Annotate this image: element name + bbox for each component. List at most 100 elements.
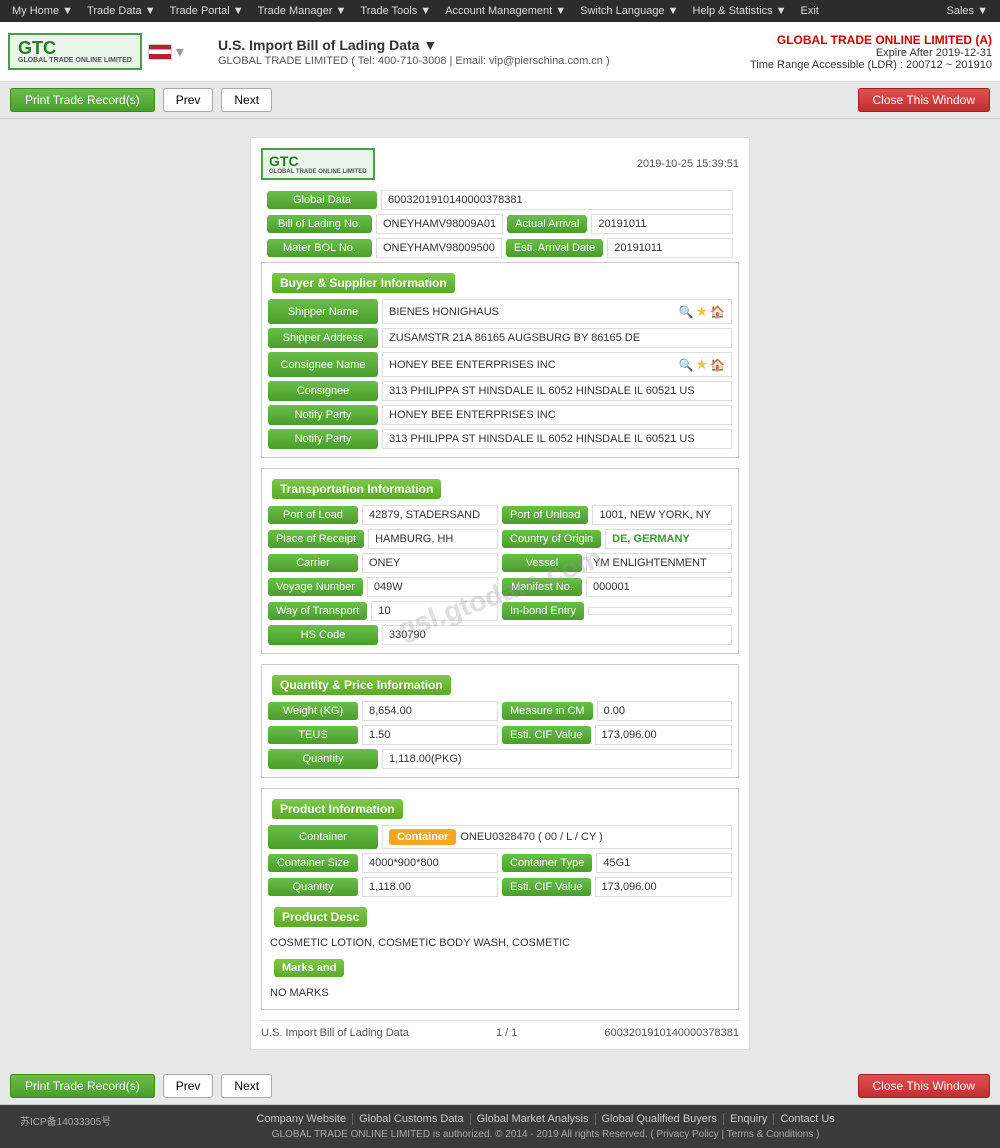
footer-link-buyers[interactable]: Global Qualified Buyers — [595, 1113, 724, 1125]
port-load-unload-row: Port of Load 42879, STADERSAND Port of U… — [262, 505, 738, 525]
consignee-label: Consignee — [268, 381, 378, 401]
expire-date: Expire After 2019-12-31 — [750, 47, 992, 59]
manifest-label: Manifest No. — [502, 578, 582, 596]
container-size-label: Container Size — [268, 854, 358, 872]
master-bol-col: Mater BOL No. ONEYHAMV98009500 — [267, 238, 502, 258]
content-logo: GTCGLOBAL TRADE ONLINE LIMITED — [261, 148, 375, 180]
nav-help-statistics[interactable]: Help & Statistics ▼ — [687, 3, 793, 19]
content-logo-box: GTCGLOBAL TRADE ONLINE LIMITED — [261, 148, 375, 180]
voyage-value: 049W — [367, 577, 498, 597]
quantity-value: 1,118.00(PKG) — [382, 749, 732, 769]
bol-col: Bill of Lading No. ONEYHAMV98009A01 — [267, 214, 503, 234]
teus-cif-row: TEUS 1.50 Esti. CIF Value 173,096.00 — [262, 725, 738, 745]
carrier-label: Carrier — [268, 554, 358, 572]
vessel-label: Vessel — [502, 554, 582, 572]
nav-sales[interactable]: Sales ▼ — [941, 3, 994, 19]
actual-arrival-col: Actual Arrival 20191011 — [507, 214, 733, 234]
footer-link-contact[interactable]: Contact Us — [773, 1113, 840, 1125]
shipper-address-row: Shipper Address ZUSAMSTR 21A 86165 AUGSB… — [262, 328, 738, 348]
footer-link-customs[interactable]: Global Customs Data — [352, 1113, 470, 1125]
container-size-value: 4000*900*800 — [362, 853, 498, 873]
notify-party-row: Notify Party HONEY BEE ENTERPRISES INC — [262, 405, 738, 425]
voyage-manifest-row: Voyage Number 049W Manifest No. 000001 — [262, 577, 738, 597]
footer-link-company[interactable]: Company Website — [250, 1113, 352, 1125]
next-button-top[interactable]: Next — [221, 88, 272, 112]
quantity-label: Quantity — [268, 749, 378, 769]
marks-content: NO MARKS — [262, 983, 738, 1003]
actual-arrival-value: 20191011 — [591, 214, 733, 234]
prod-qty-value: 1,118.00 — [362, 877, 498, 897]
nav-trade-portal[interactable]: Trade Portal ▼ — [164, 3, 250, 19]
nav-account-management[interactable]: Account Management ▼ — [439, 3, 572, 19]
next-button-bottom[interactable]: Next — [221, 1074, 272, 1098]
port-load-value: 42879, STADERSAND — [362, 505, 498, 525]
measure-value: 0.00 — [597, 701, 732, 721]
nav-switch-language[interactable]: Switch Language ▼ — [574, 3, 684, 19]
shipper-name-label: Shipper Name — [268, 299, 378, 324]
shipper-address-value: ZUSAMSTR 21A 86165 AUGSBURG BY 86165 DE — [382, 328, 732, 348]
print-button-top[interactable]: Print Trade Record(s) — [10, 88, 155, 112]
toolbar-top: Print Trade Record(s) Prev Next Close Th… — [0, 82, 1000, 119]
shipper-name-value: BIENES HONIGHAUS 🔍 ★ 🏠 — [382, 299, 732, 324]
hs-code-label: HS Code — [268, 625, 378, 645]
nav-exit[interactable]: Exit — [795, 3, 825, 19]
in-bond-label: In-bond Entry — [502, 602, 584, 620]
esti-arrival-col: Esti. Arrival Date 20191011 — [506, 238, 733, 258]
master-bol-row: Mater BOL No. ONEYHAMV98009500 Esti. Arr… — [261, 238, 739, 258]
consignee-home-icon[interactable]: 🏠 — [710, 358, 725, 372]
place-receipt-label: Place of Receipt — [268, 530, 364, 548]
header-right-info: GLOBAL TRADE ONLINE LIMITED (A) Expire A… — [750, 33, 992, 71]
shipper-address-label: Shipper Address — [268, 328, 378, 348]
container-type-label: Container Type — [502, 854, 592, 872]
footer-link-enquiry[interactable]: Enquiry — [723, 1113, 773, 1125]
prod-cif-label: Esti. CIF Value — [502, 878, 591, 896]
consignee-star-icon[interactable]: ★ — [695, 356, 708, 373]
content-footer: U.S. Import Bill of Lading Data 1 / 1 60… — [261, 1020, 739, 1039]
weight-measure-row: Weight (KG) 8,654.00 Measure in CM 0.00 — [262, 701, 738, 721]
close-button-bottom[interactable]: Close This Window — [858, 1074, 990, 1098]
buyer-supplier-title: Buyer & Supplier Information — [272, 273, 455, 293]
shipper-home-icon[interactable]: 🏠 — [710, 305, 725, 319]
place-receipt-value: HAMBURG, HH — [368, 529, 498, 549]
flag-separator: ▾ — [176, 42, 184, 62]
master-bol-value: ONEYHAMV98009500 — [376, 238, 502, 258]
shipper-search-icon[interactable]: 🔍 — [679, 305, 694, 319]
content-timestamp: 2019-10-25 15:39:51 — [637, 158, 739, 170]
nav-my-home[interactable]: My Home ▼ — [6, 3, 79, 19]
top-navigation: My Home ▼ Trade Data ▼ Trade Portal ▼ Tr… — [0, 0, 1000, 22]
logo-area: GTCGLOBAL TRADE ONLINE LIMITED ▾ — [8, 33, 208, 70]
header-sub: GLOBAL TRADE LIMITED ( Tel: 400-710-3008… — [218, 55, 750, 67]
nav-trade-tools[interactable]: Trade Tools ▼ — [354, 3, 437, 19]
consignee-search-icon[interactable]: 🔍 — [679, 358, 694, 372]
nav-trade-data[interactable]: Trade Data ▼ — [81, 3, 162, 19]
prev-button-top[interactable]: Prev — [163, 88, 214, 112]
quantity-price-section: Quantity & Price Information Weight (KG)… — [261, 664, 739, 778]
country-origin-value: DE, GERMANY — [605, 529, 732, 549]
way-transport-value: 10 — [371, 601, 498, 621]
page-header: GTCGLOBAL TRADE ONLINE LIMITED ▾ U.S. Im… — [0, 22, 1000, 82]
carrier-value: ONEY — [362, 553, 498, 573]
us-flag — [148, 44, 172, 60]
data-title[interactable]: U.S. Import Bill of Lading Data ▼ — [218, 37, 750, 53]
nav-trade-manager[interactable]: Trade Manager ▼ — [252, 3, 353, 19]
prod-qty-cif-row: Quantity 1,118.00 Esti. CIF Value 173,09… — [262, 877, 738, 897]
footer-link-market[interactable]: Global Market Analysis — [470, 1113, 595, 1125]
container-row: Container Container ONEU0328470 ( 00 / L… — [262, 825, 738, 849]
print-button-bottom[interactable]: Print Trade Record(s) — [10, 1074, 155, 1098]
container-badge: Container — [389, 829, 456, 845]
esti-arrival-value: 20191011 — [607, 238, 733, 258]
flag-area: ▾ — [148, 42, 184, 62]
close-button-top[interactable]: Close This Window — [858, 88, 990, 112]
way-transport-label: Way of Transport — [268, 602, 367, 620]
shipper-star-icon[interactable]: ★ — [695, 303, 708, 320]
notify-party-addr-value: 313 PHILIPPA ST HINSDALE IL 6052 HINSDAL… — [382, 429, 732, 449]
consignee-name-label: Consignee Name — [268, 352, 378, 377]
prev-button-bottom[interactable]: Prev — [163, 1074, 214, 1098]
bol-label: Bill of Lading No. — [267, 215, 372, 233]
transport-bond-row: Way of Transport 10 In-bond Entry — [262, 601, 738, 621]
weight-value: 8,654.00 — [362, 701, 498, 721]
hs-code-row: HS Code 330790 — [262, 625, 738, 645]
transportation-section: Transportation Information Port of Load … — [261, 468, 739, 654]
container-size-type-row: Container Size 4000*900*800 Container Ty… — [262, 853, 738, 873]
time-range: Time Range Accessible (LDR) : 200712 ~ 2… — [750, 59, 992, 71]
